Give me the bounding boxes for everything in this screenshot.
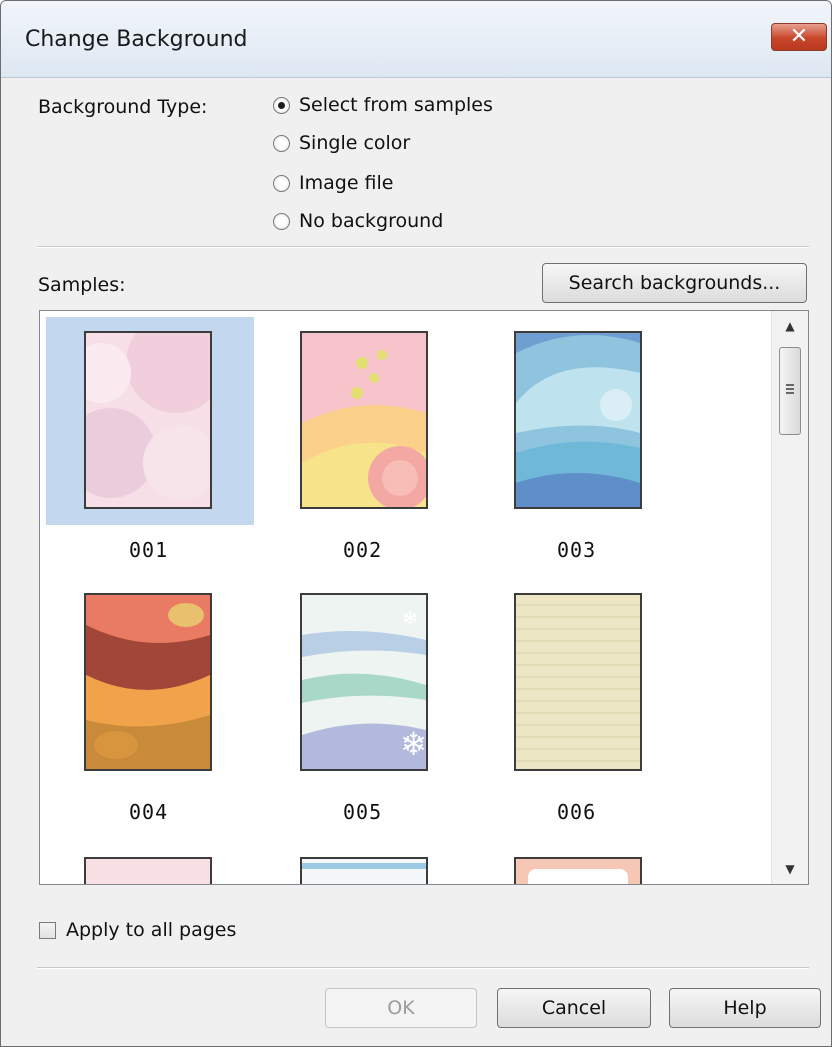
- radio-label: Single color: [299, 132, 411, 154]
- radio-button[interactable]: [273, 212, 290, 230]
- sample-thumbnail-partial[interactable]: [514, 857, 642, 884]
- radio-label: No background: [299, 210, 444, 232]
- sample-thumbnail-partial[interactable]: [84, 857, 212, 884]
- samples-label: Samples:: [38, 274, 126, 296]
- radio-select-from-samples[interactable]: Select from samples: [273, 94, 493, 116]
- sample-thumbnail: [84, 331, 212, 509]
- sample-thumbnail: [514, 331, 642, 509]
- radio-no-background[interactable]: No background: [273, 210, 443, 232]
- yellow-rose-background: [302, 333, 426, 507]
- peach-frame-partial-background: [516, 859, 640, 884]
- checkbox-box[interactable]: [39, 921, 56, 939]
- radio-label: Image file: [299, 172, 394, 194]
- svg-text:❄: ❄: [402, 606, 419, 630]
- samples-list[interactable]: 001 002 003 ❄ ❄ 004 005 006 ▲ ▼: [39, 310, 809, 885]
- sample-tile-001[interactable]: [46, 317, 254, 525]
- scrollbar-thumb[interactable]: [779, 347, 801, 435]
- sample-thumbnail: [84, 593, 212, 771]
- sample-tile-002[interactable]: [256, 317, 464, 525]
- help-button[interactable]: Help: [669, 988, 821, 1028]
- background-type-label: Background Type:: [38, 96, 208, 118]
- sample-thumbnail: ❄ ❄: [300, 593, 428, 771]
- radio-label: Select from samples: [299, 94, 493, 116]
- pink-circles-background: [86, 333, 210, 507]
- sample-tile-006[interactable]: [466, 579, 674, 787]
- beige-lined-background: [516, 595, 640, 769]
- radio-button[interactable]: [273, 174, 290, 192]
- sample-thumbnail: [300, 331, 428, 509]
- sample-caption: 005: [343, 800, 383, 824]
- pink-partial-background: [86, 859, 210, 884]
- dialog-title: Change Background: [25, 27, 248, 52]
- sample-tile-005[interactable]: ❄ ❄: [256, 579, 464, 787]
- search-backgrounds-button[interactable]: Search backgrounds...: [542, 263, 807, 303]
- separator: [37, 967, 809, 969]
- radio-button[interactable]: [273, 96, 290, 114]
- sample-thumbnail: [514, 593, 642, 771]
- vertical-scrollbar[interactable]: ▲ ▼: [771, 311, 808, 884]
- sample-tile-003[interactable]: [466, 317, 674, 525]
- scroll-down-arrow-icon[interactable]: ▼: [772, 854, 808, 884]
- sample-caption: 006: [557, 800, 597, 824]
- title-bar: Change Background ✕: [1, 1, 831, 78]
- sample-thumbnail-partial[interactable]: [300, 857, 428, 884]
- separator: [37, 246, 809, 248]
- radio-image-file[interactable]: Image file: [273, 172, 393, 194]
- grip-icon: [786, 384, 794, 386]
- autumn-leaves-background: [86, 595, 210, 769]
- sample-caption: 001: [129, 538, 169, 562]
- cancel-button[interactable]: Cancel: [497, 988, 651, 1028]
- sample-caption: 004: [129, 800, 169, 824]
- blue-border-partial-background: [302, 859, 426, 884]
- winter-snow-background: ❄ ❄: [302, 595, 426, 769]
- ok-button[interactable]: OK: [325, 988, 477, 1028]
- change-background-dialog: Change Background ✕ Background Type: Sel…: [0, 0, 832, 1047]
- svg-text:❄: ❄: [400, 725, 426, 763]
- blue-sky-background: [516, 333, 640, 507]
- apply-to-all-pages-checkbox[interactable]: Apply to all pages: [39, 919, 236, 941]
- checkbox-label: Apply to all pages: [66, 919, 237, 941]
- radio-button[interactable]: [273, 134, 290, 152]
- close-button[interactable]: ✕: [771, 23, 827, 51]
- sample-caption: 002: [343, 538, 383, 562]
- radio-single-color[interactable]: Single color: [273, 132, 410, 154]
- sample-caption: 003: [557, 538, 597, 562]
- sample-tile-004[interactable]: [46, 579, 254, 787]
- scroll-up-arrow-icon[interactable]: ▲: [772, 311, 808, 341]
